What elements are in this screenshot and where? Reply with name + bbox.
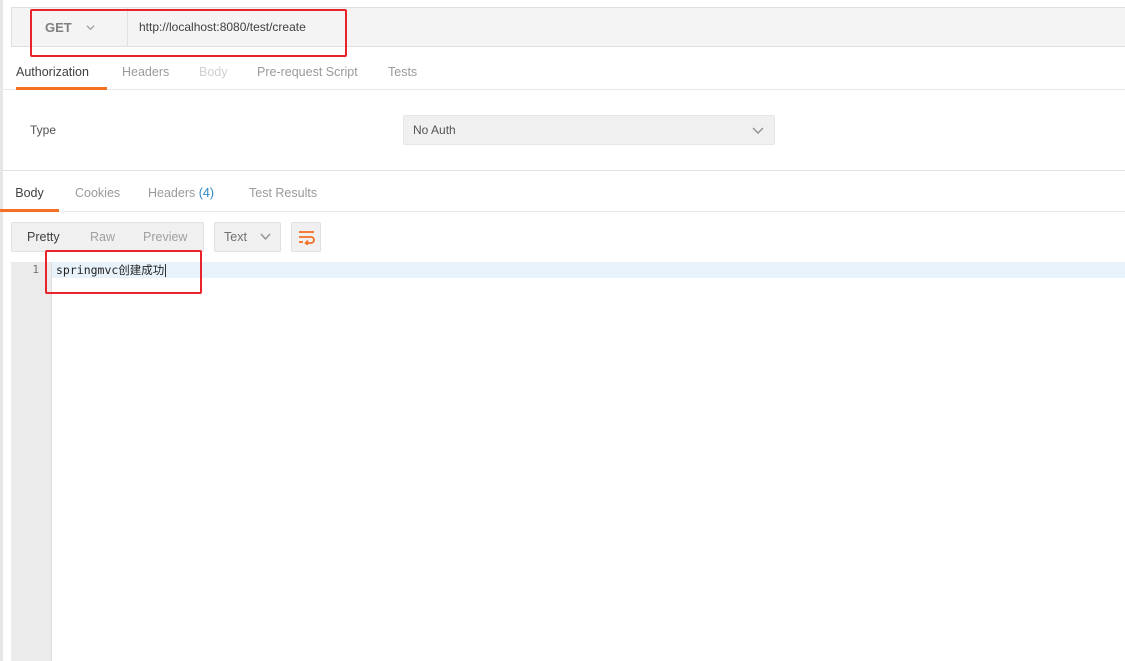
tab-authorization[interactable]: Authorization xyxy=(16,55,107,90)
tab-cookies[interactable]: Cookies xyxy=(75,176,120,212)
auth-type-select[interactable]: No Auth xyxy=(403,115,775,145)
response-body-text: springmvc创建成功 xyxy=(56,263,165,277)
request-tabs: Authorization Headers Body Pre-request S… xyxy=(0,55,1125,90)
view-raw-button[interactable]: Raw xyxy=(90,223,115,251)
tab-test-results-label: Test Results xyxy=(249,186,318,200)
format-select[interactable]: Text xyxy=(214,222,281,252)
tab-headers[interactable]: Headers xyxy=(122,55,169,90)
method-select[interactable]: GET xyxy=(12,8,128,46)
view-preview-button[interactable]: Preview xyxy=(143,223,187,251)
tab-body[interactable]: Body xyxy=(199,55,228,90)
view-pretty-label: Pretty xyxy=(27,230,60,244)
view-pretty-button[interactable]: Pretty xyxy=(27,223,60,251)
chevron-down-icon xyxy=(86,24,95,30)
tab-headers-label: Headers xyxy=(122,65,170,79)
headers-count: (4) xyxy=(198,186,215,200)
active-line-highlight xyxy=(52,262,1125,278)
auth-type-label: Type xyxy=(30,123,57,137)
tab-body-label: Body xyxy=(199,65,228,79)
format-value: Text xyxy=(224,230,247,244)
view-preview-label: Preview xyxy=(143,230,188,244)
tab-response-headers[interactable]: Headers (4) xyxy=(148,176,214,212)
response-tabs: Body Cookies Headers (4) Test Results xyxy=(0,176,1125,212)
tab-tests[interactable]: Tests xyxy=(388,55,417,90)
editor-gutter: 1 xyxy=(11,262,52,661)
chevron-down-icon xyxy=(752,127,764,134)
method-label: GET xyxy=(45,19,72,35)
request-bar: GET xyxy=(11,7,1125,47)
tab-pre-request-script[interactable]: Pre-request Script xyxy=(257,55,358,90)
tab-response-body[interactable]: Body xyxy=(0,176,59,212)
chevron-down-icon xyxy=(260,233,271,241)
tab-test-results[interactable]: Test Results xyxy=(249,176,317,212)
text-caret xyxy=(165,264,167,277)
tab-cookies-label: Cookies xyxy=(75,186,121,200)
response-body-line[interactable]: springmvc创建成功 xyxy=(56,262,167,278)
wrap-lines-icon xyxy=(299,231,315,245)
tab-response-headers-label: Headers xyxy=(148,186,196,200)
auth-section: Type No Auth xyxy=(3,90,1125,171)
tab-response-body-label: Body xyxy=(15,186,44,200)
line-number: 1 xyxy=(32,263,39,276)
tab-pre-request-script-label: Pre-request Script xyxy=(257,65,358,79)
view-raw-label: Raw xyxy=(90,230,116,244)
tab-tests-label: Tests xyxy=(388,65,418,79)
wrap-lines-button[interactable] xyxy=(291,222,321,252)
auth-type-value: No Auth xyxy=(413,123,456,137)
url-input[interactable] xyxy=(129,8,1125,46)
view-mode-group: Pretty Raw Preview xyxy=(11,222,204,252)
tab-authorization-label: Authorization xyxy=(16,65,89,79)
